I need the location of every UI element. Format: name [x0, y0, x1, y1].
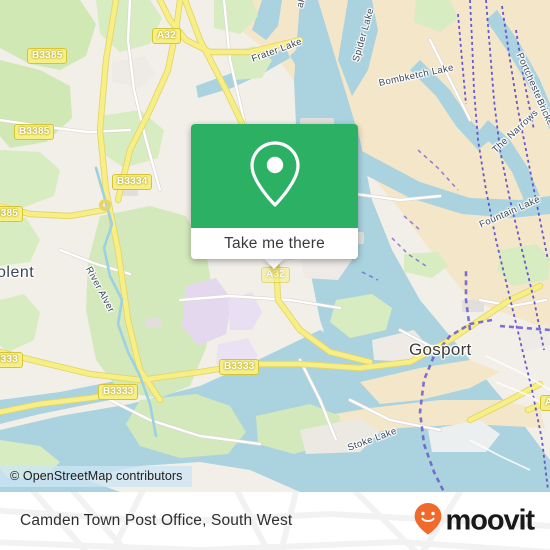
water-label: The Narrows [490, 107, 541, 156]
road-shield[interactable]: A32 [261, 267, 290, 283]
water-label: Bombketch Lake [377, 62, 455, 89]
moovit-map-screen: Frater Lake Spider Lake Bombketch Lake P… [0, 0, 550, 550]
card-pin-area [191, 124, 358, 228]
take-me-there-label: Take me there [224, 234, 325, 252]
river-label: River Alver [83, 264, 117, 315]
sea-label: olent [0, 264, 35, 281]
road-shield[interactable]: B3333 [219, 359, 260, 375]
road-shield[interactable]: B3385 [14, 124, 55, 140]
moovit-logo[interactable]: moovit [413, 502, 536, 541]
page-title: Camden Town Post Office, South West [20, 512, 293, 529]
footer-bar: Camden Town Post Office, South West moov… [0, 492, 550, 550]
road-shield[interactable]: 3385 [0, 206, 24, 222]
water-label: ake [295, 0, 310, 9]
road-shield[interactable]: 3333 [0, 352, 24, 368]
road-shield[interactable]: B3333 [98, 384, 139, 400]
road-shield[interactable]: B3334 [112, 174, 153, 190]
road-shield[interactable]: B3385 [27, 48, 68, 64]
take-me-there-card[interactable]: Take me there [191, 124, 358, 259]
map-canvas[interactable]: Frater Lake Spider Lake Bombketch Lake P… [0, 0, 550, 492]
road-shield[interactable]: A32 [152, 28, 181, 44]
moovit-pin-icon [413, 502, 443, 541]
water-label: Frater Lake [250, 36, 304, 65]
osm-attribution[interactable]: © OpenStreetMap contributors [0, 466, 192, 487]
popup-pointer [263, 258, 285, 269]
water-label: Spider Lake [350, 7, 377, 64]
place-label-gosport: Gosport [409, 340, 472, 359]
water-label: Stoke Lake [346, 425, 399, 454]
water-label: Fountain Lake [477, 193, 543, 231]
moovit-wordmark: moovit [445, 504, 536, 537]
map-pin-icon [246, 138, 304, 215]
card-cta-area[interactable]: Take me there [191, 228, 358, 259]
road-shield[interactable]: A3 [540, 395, 550, 411]
